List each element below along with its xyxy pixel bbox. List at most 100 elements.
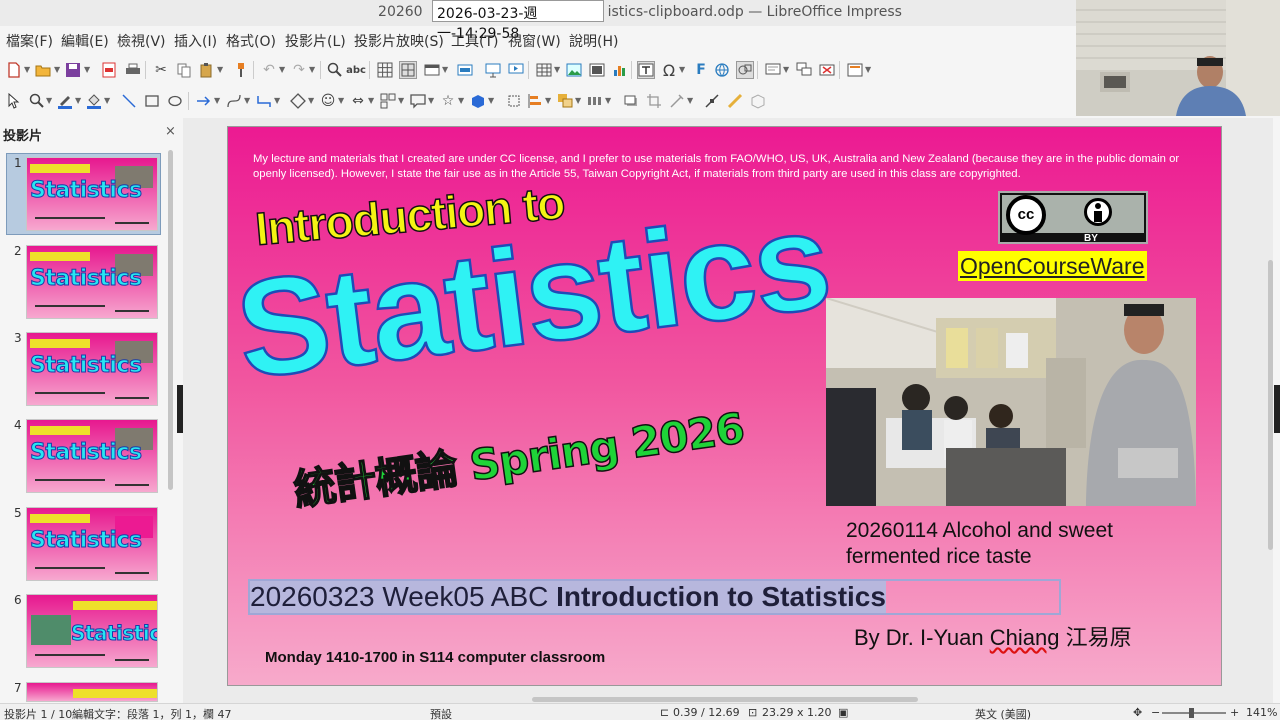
- slide-thumb-4[interactable]: Statistics: [26, 419, 158, 493]
- zoom-slider[interactable]: [1162, 712, 1226, 714]
- chevron-down-icon[interactable]: ▼: [687, 96, 693, 105]
- chevron-down-icon[interactable]: ▼: [308, 96, 314, 105]
- find-replace-icon[interactable]: [326, 61, 344, 79]
- chevron-down-icon[interactable]: ▼: [214, 96, 220, 105]
- export-pdf-icon[interactable]: [100, 61, 118, 79]
- week-title[interactable]: 20260323 Week05 ABC Introduction to Stat…: [250, 581, 886, 613]
- chevron-down-icon[interactable]: ▼: [865, 65, 871, 74]
- hyperlink-icon[interactable]: [713, 61, 731, 79]
- slide-thumb-5[interactable]: Statistics: [26, 507, 158, 581]
- block-arrows-icon[interactable]: ⇔: [349, 92, 367, 110]
- chevron-down-icon[interactable]: ▼: [442, 65, 448, 74]
- chevron-down-icon[interactable]: ▼: [575, 96, 581, 105]
- menu-file[interactable]: 檔案(F): [6, 31, 53, 51]
- line-color-icon[interactable]: [56, 92, 74, 110]
- rectangle-icon[interactable]: [143, 92, 161, 110]
- distribute-icon[interactable]: [586, 92, 604, 110]
- 3d-objects-icon[interactable]: [469, 92, 487, 110]
- slide-layout-icon[interactable]: [846, 61, 864, 79]
- points-icon[interactable]: [703, 92, 721, 110]
- slide-icon[interactable]: [423, 61, 441, 79]
- duplicate-slide-icon[interactable]: [795, 61, 813, 79]
- chevron-down-icon[interactable]: ▼: [554, 65, 560, 74]
- align-icon[interactable]: [526, 92, 544, 110]
- sidebar-collapse-handle[interactable]: [1274, 385, 1280, 433]
- save-icon[interactable]: [64, 61, 82, 79]
- close-icon[interactable]: ×: [165, 124, 176, 139]
- opencourseware-link[interactable]: OpenCourseWare: [958, 251, 1147, 281]
- horizontal-scrollbar[interactable]: [532, 697, 918, 702]
- textbox-icon[interactable]: [637, 61, 655, 79]
- chevron-down-icon[interactable]: ▼: [104, 96, 110, 105]
- chevron-down-icon[interactable]: ▼: [84, 65, 90, 74]
- photo-caption[interactable]: 20260114 Alcohol and sweet fermented ric…: [846, 518, 1113, 570]
- select-icon[interactable]: [5, 92, 23, 110]
- chevron-down-icon[interactable]: ▼: [309, 65, 315, 74]
- ellipse-icon[interactable]: [166, 92, 184, 110]
- slide-thumb-6[interactable]: Statistics: [26, 594, 158, 668]
- copy-icon[interactable]: [175, 61, 193, 79]
- fit-slide-icon[interactable]: ✥: [1133, 706, 1142, 719]
- basic-shapes-icon[interactable]: [289, 92, 307, 110]
- delete-slide-icon[interactable]: [818, 61, 836, 79]
- menu-format[interactable]: 格式(O): [226, 31, 276, 51]
- undo-icon[interactable]: ↶: [260, 61, 278, 79]
- menu-insert[interactable]: 插入(I): [174, 31, 217, 51]
- slide-thumb-3[interactable]: Statistics: [26, 332, 158, 406]
- start-from-current-icon[interactable]: [507, 61, 525, 79]
- menu-tools[interactable]: 工具(T): [451, 31, 498, 51]
- slide[interactable]: My lecture and materials that I created …: [227, 126, 1222, 686]
- rotate-icon[interactable]: [505, 92, 523, 110]
- flowchart-icon[interactable]: [379, 92, 397, 110]
- chevron-down-icon[interactable]: ▼: [605, 96, 611, 105]
- fill-color-icon[interactable]: [85, 92, 103, 110]
- zoom-in-button[interactable]: +: [1230, 706, 1239, 719]
- menu-slideshow[interactable]: 投影片放映(S): [354, 31, 444, 51]
- zoom-level[interactable]: 141%: [1246, 706, 1277, 719]
- fontwork-icon[interactable]: F: [692, 61, 710, 79]
- crop-icon[interactable]: [645, 92, 663, 110]
- spelling-icon[interactable]: abc: [346, 61, 366, 79]
- chevron-down-icon[interactable]: ▼: [54, 65, 60, 74]
- stars-icon[interactable]: ☆: [439, 92, 457, 110]
- cut-icon[interactable]: ✂: [152, 61, 170, 79]
- license-notice[interactable]: My lecture and materials that I created …: [253, 152, 1208, 181]
- chart-icon[interactable]: [611, 61, 629, 79]
- slide-thumb-2[interactable]: Statistics: [26, 245, 158, 319]
- print-icon[interactable]: [124, 61, 142, 79]
- image-icon[interactable]: [565, 61, 583, 79]
- comment-icon[interactable]: [764, 61, 782, 79]
- chevron-down-icon[interactable]: ▼: [398, 96, 404, 105]
- menu-view[interactable]: 檢視(V): [117, 31, 166, 51]
- arrange-icon[interactable]: [556, 92, 574, 110]
- class-schedule[interactable]: Monday 1410-1700 in S114 computer classr…: [265, 649, 605, 666]
- table-icon[interactable]: [535, 61, 553, 79]
- connector-icon[interactable]: [255, 92, 273, 110]
- zoom-slider-handle[interactable]: [1189, 708, 1194, 718]
- menu-window[interactable]: 視窗(W): [508, 31, 561, 51]
- paste-icon[interactable]: [198, 61, 216, 79]
- toggle-extrusion-icon[interactable]: [749, 92, 767, 110]
- line-icon[interactable]: [120, 92, 138, 110]
- start-from-first-icon[interactable]: [484, 61, 502, 79]
- chevron-down-icon[interactable]: ▼: [458, 96, 464, 105]
- chevron-down-icon[interactable]: ▼: [75, 96, 81, 105]
- arrow-icon[interactable]: [195, 92, 213, 110]
- language[interactable]: 英文 (美國): [975, 706, 1031, 720]
- panel-scrollbar[interactable]: [168, 150, 173, 490]
- chevron-down-icon[interactable]: ▼: [783, 65, 789, 74]
- slide-thumb-7[interactable]: [26, 682, 158, 702]
- slide-thumb-1[interactable]: Statistics: [26, 157, 158, 231]
- chevron-down-icon[interactable]: ▼: [244, 96, 250, 105]
- draw-functions-icon[interactable]: [736, 61, 754, 79]
- chevron-down-icon[interactable]: ▼: [338, 96, 344, 105]
- open-icon[interactable]: [34, 61, 52, 79]
- filter-icon[interactable]: [668, 92, 686, 110]
- chevron-down-icon[interactable]: ▼: [217, 65, 223, 74]
- shadow-icon[interactable]: [622, 92, 640, 110]
- zoom-out-button[interactable]: −: [1151, 706, 1160, 719]
- menu-edit[interactable]: 編輯(E): [61, 31, 109, 51]
- media-icon[interactable]: [588, 61, 606, 79]
- curve-icon[interactable]: [225, 92, 243, 110]
- symbol-shapes-icon[interactable]: ☺: [319, 92, 337, 110]
